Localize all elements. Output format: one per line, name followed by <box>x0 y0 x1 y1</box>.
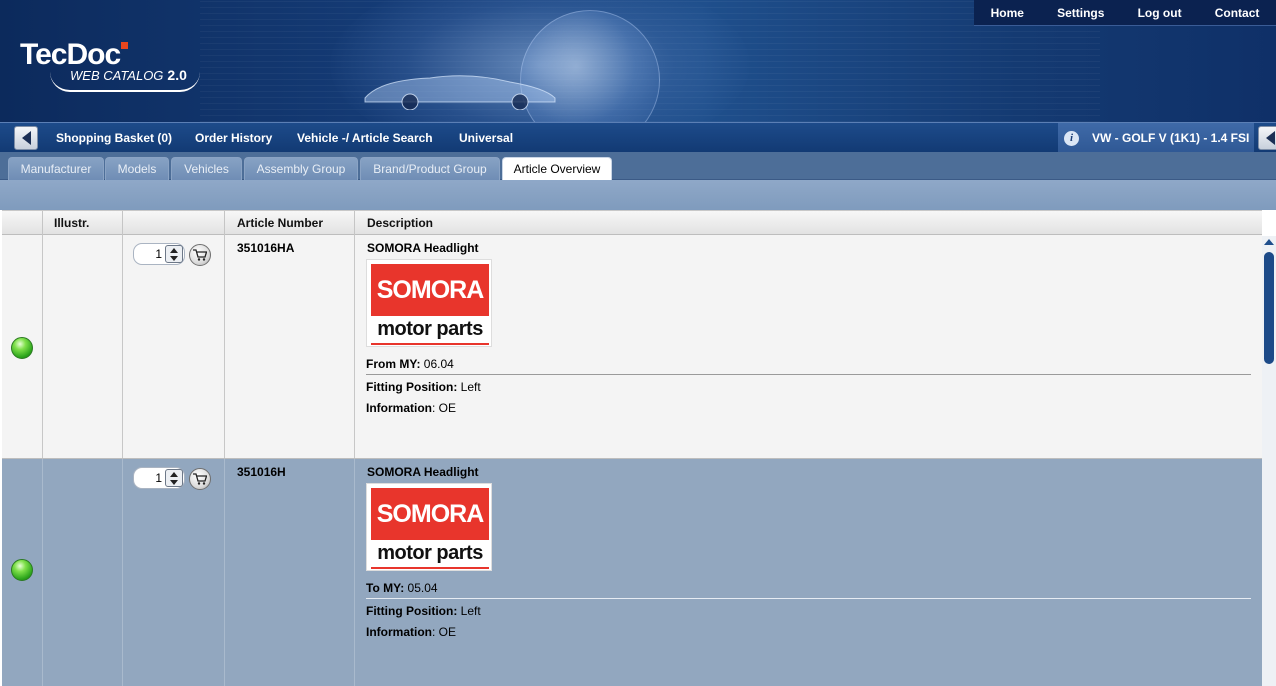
table-header: Illustr. Article Number Description <box>2 210 1262 236</box>
universal-link[interactable]: Universal <box>459 131 513 145</box>
model-year-property: To MY: 05.04 <box>366 581 438 595</box>
article-number-link[interactable]: 351016HA <box>237 241 294 255</box>
divider <box>366 598 1251 599</box>
description-cell: SOMORA Headlight SOMORA motor parts To M… <box>355 459 1262 686</box>
article-number-link[interactable]: 351016H <box>237 465 286 479</box>
table-row: 1 351016HA SOMORA Headlight SOMORA motor… <box>2 235 1262 459</box>
contact-link[interactable]: Contact <box>1215 6 1260 20</box>
arrow-left-icon <box>21 131 31 145</box>
status-cell <box>2 459 43 686</box>
fitting-position-property: Fitting Position: Left <box>366 380 481 394</box>
logo-tagline: motor parts <box>377 542 483 564</box>
illustration-cell <box>43 459 123 686</box>
back-arrow-button[interactable] <box>14 126 38 150</box>
header-description[interactable]: Description <box>355 211 1262 236</box>
somora-brand-logo[interactable]: SOMORA motor parts <box>366 259 492 347</box>
actions-cell: 1 <box>123 235 225 458</box>
header-actions <box>123 211 225 236</box>
quantity-value: 1 <box>155 247 162 261</box>
spin-buttons[interactable] <box>165 245 183 263</box>
article-title[interactable]: SOMORA Headlight <box>367 241 479 255</box>
article-number-cell: 351016HA <box>225 235 355 458</box>
information-property: Information: OE <box>366 401 457 415</box>
logo-brand-text: SOMORA <box>371 264 489 316</box>
vehicle-article-search-link[interactable]: Vehicle -/ Article Search <box>297 131 433 145</box>
settings-link[interactable]: Settings <box>1057 6 1104 20</box>
fitting-position-property: Fitting Position: Left <box>366 604 481 618</box>
information-property: Information: OE <box>366 625 457 639</box>
tab-article-overview[interactable]: Article Overview <box>502 157 612 180</box>
vertical-scrollbar[interactable] <box>1262 236 1276 686</box>
logout-link[interactable]: Log out <box>1138 6 1182 20</box>
vehicle-info[interactable]: i VW - GOLF V (1K1) - 1.4 FSI <box>1058 123 1254 153</box>
model-year-property: From MY: 06.04 <box>366 357 454 371</box>
scroll-up-icon[interactable] <box>1264 239 1274 245</box>
arrow-left-icon <box>1265 131 1275 145</box>
tecdoc-logo[interactable]: TecDoc WEB CATALOG 2.0 <box>20 38 200 92</box>
shopping-basket-link[interactable]: Shopping Basket (0) <box>56 131 172 145</box>
spin-up-icon[interactable] <box>170 472 178 477</box>
quantity-value: 1 <box>155 471 162 485</box>
status-cell <box>2 235 43 458</box>
home-link[interactable]: Home <box>991 6 1024 20</box>
article-title[interactable]: SOMORA Headlight <box>367 465 479 479</box>
menu-bar: Shopping Basket (0) Order History Vehicl… <box>0 122 1276 153</box>
scroll-thumb[interactable] <box>1264 252 1274 364</box>
logo-brand-text: SOMORA <box>371 488 489 540</box>
header-status <box>2 211 43 236</box>
collapse-arrow-button[interactable] <box>1258 126 1276 150</box>
availability-status-icon <box>11 559 33 581</box>
info-icon[interactable]: i <box>1064 130 1079 146</box>
cart-icon <box>193 249 207 261</box>
top-navigation: Home Settings Log out Contact <box>974 0 1276 26</box>
table-row: 1 351016H SOMORA Headlight SOMORA motor … <box>2 459 1262 686</box>
availability-status-icon <box>11 337 33 359</box>
header-article-number[interactable]: Article Number <box>225 211 355 236</box>
illustration-cell <box>43 235 123 458</box>
article-table: Illustr. Article Number Description 1 35… <box>2 210 1262 686</box>
logo-tagline: motor parts <box>377 318 483 340</box>
logo-version: 2.0 <box>167 67 187 83</box>
tab-vehicles[interactable]: Vehicles <box>171 157 242 180</box>
header-banner: TecDoc WEB CATALOG 2.0 Home Settings Log … <box>0 0 1276 122</box>
description-cell: SOMORA Headlight SOMORA motor parts From… <box>355 235 1262 458</box>
header-illustr[interactable]: Illustr. <box>43 211 123 236</box>
spin-up-icon[interactable] <box>170 248 178 253</box>
tab-assembly-group[interactable]: Assembly Group <box>244 157 358 180</box>
tab-models[interactable]: Models <box>105 157 169 180</box>
car-graphic <box>364 75 556 110</box>
tab-bar: Manufacturer Models Vehicles Assembly Gr… <box>0 152 1276 180</box>
somora-brand-logo[interactable]: SOMORA motor parts <box>366 483 492 571</box>
actions-cell: 1 <box>123 459 225 686</box>
cart-icon <box>193 473 207 485</box>
spin-down-icon[interactable] <box>170 256 178 261</box>
tab-brand-product-group[interactable]: Brand/Product Group <box>360 157 500 180</box>
spin-down-icon[interactable] <box>170 480 178 485</box>
order-history-link[interactable]: Order History <box>195 131 272 145</box>
tab-manufacturer[interactable]: Manufacturer <box>8 157 104 180</box>
quantity-stepper[interactable]: 1 <box>133 243 185 265</box>
spin-buttons[interactable] <box>165 469 183 487</box>
article-number-cell: 351016H <box>225 459 355 686</box>
vehicle-label: VW - GOLF V (1K1) - 1.4 FSI <box>1092 131 1250 145</box>
add-to-cart-button[interactable] <box>189 244 211 266</box>
divider <box>366 374 1251 375</box>
logo-sub: WEB CATALOG <box>70 68 164 83</box>
sub-toolbar <box>0 180 1276 210</box>
quantity-stepper[interactable]: 1 <box>133 467 185 489</box>
add-to-cart-button[interactable] <box>189 468 211 490</box>
